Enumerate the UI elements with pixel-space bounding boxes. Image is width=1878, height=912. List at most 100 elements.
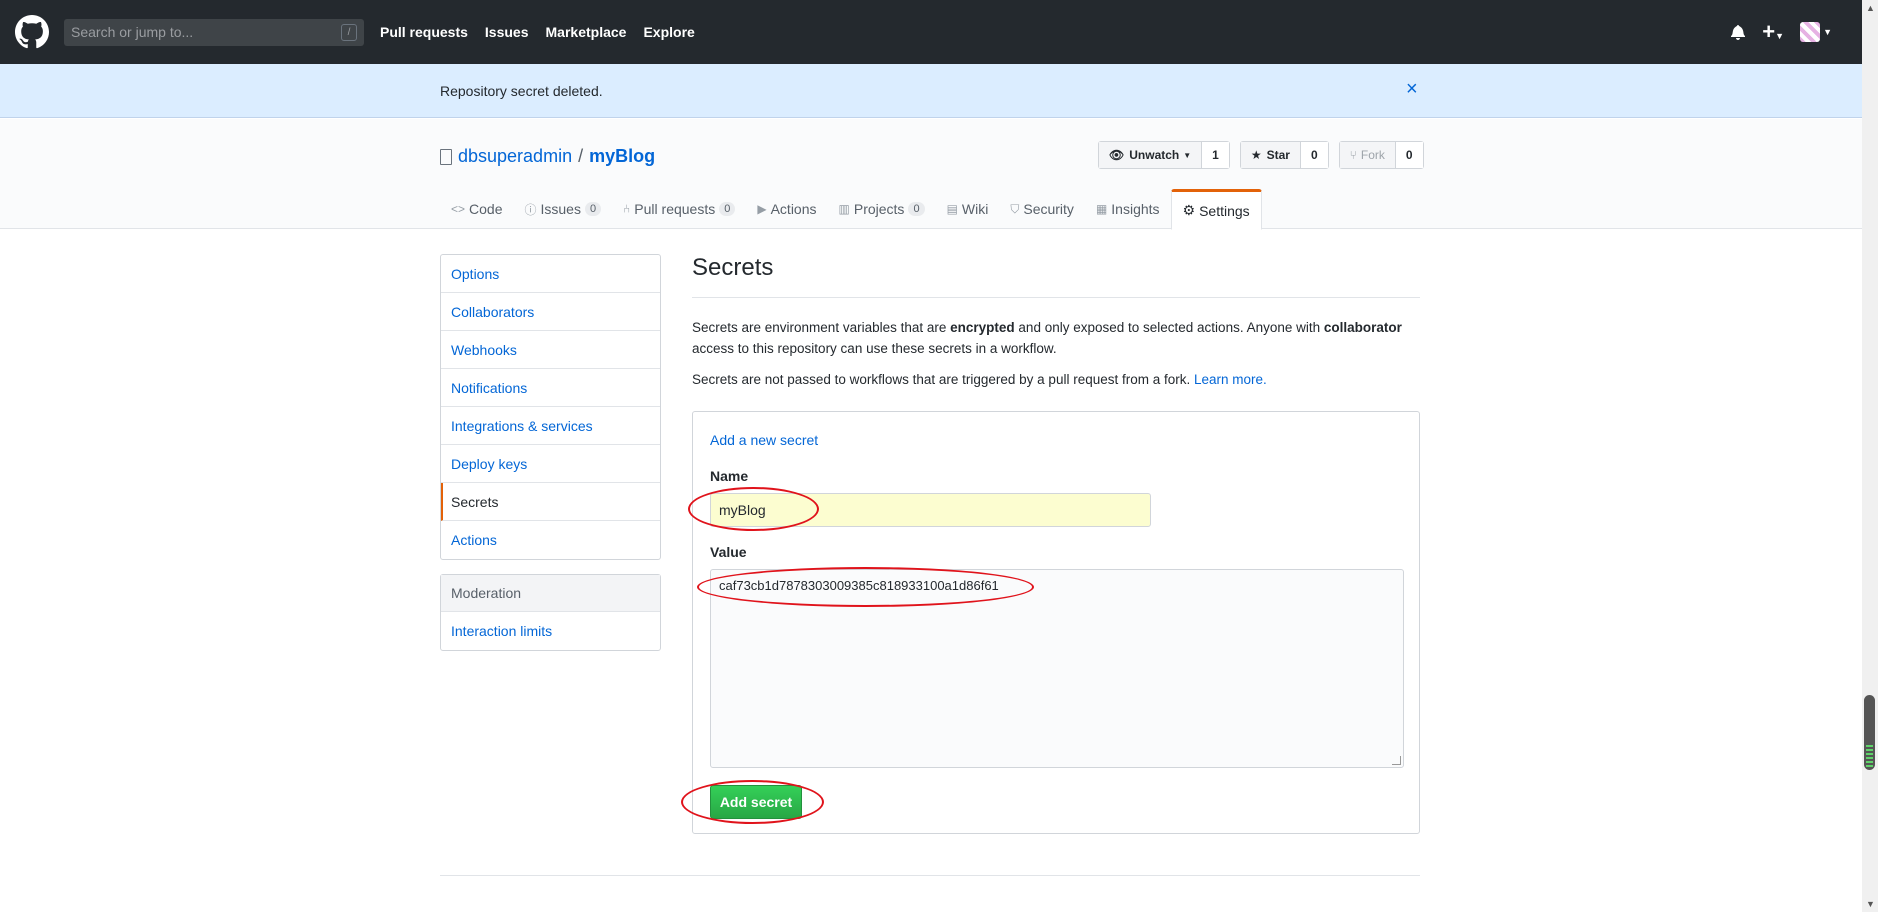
create-new-menu[interactable]: +▼: [1762, 21, 1784, 43]
tab-actions[interactable]: ▶ Actions: [746, 189, 827, 229]
sidebar-item-interaction-limits[interactable]: Interaction limits: [441, 612, 660, 650]
add-secret-button[interactable]: Add secret: [710, 785, 802, 819]
page-title: Secrets: [692, 254, 1420, 298]
secrets-main: Secrets Secrets are environment variable…: [681, 254, 1420, 834]
tab-settings[interactable]: ⚙ Settings: [1170, 189, 1262, 230]
header-nav: Pull requests Issues Marketplace Explore: [380, 0, 712, 64]
tab-label: Issues: [540, 201, 581, 217]
fork-note-text: Secrets are not passed to workflows that…: [692, 372, 1194, 387]
scroll-up-icon[interactable]: ▲: [1866, 3, 1875, 13]
tab-label: Code: [469, 201, 503, 217]
fork-note: Secrets are not passed to workflows that…: [692, 369, 1420, 390]
tab-label: Wiki: [961, 201, 989, 217]
plus-icon: +: [1762, 19, 1776, 44]
fork-group: ⑂ Fork 0: [1338, 141, 1424, 169]
unwatch-label: Unwatch: [1129, 148, 1180, 162]
watch-count[interactable]: 1: [1202, 142, 1229, 168]
nav-issues[interactable]: Issues: [485, 24, 529, 40]
footer-divider: [440, 875, 1420, 876]
star-label: Star: [1266, 148, 1290, 162]
repo-owner-link[interactable]: dbsuperadmin: [458, 146, 572, 167]
repo-header: dbsuperadmin / myBlog 👁 Unwatch ▼ 1 ★ Star …: [0, 119, 1862, 230]
avatar: [1800, 22, 1821, 42]
github-logo-icon[interactable]: [15, 15, 49, 49]
star-button[interactable]: ★ Star: [1240, 142, 1301, 168]
page-scrollbar[interactable]: ▲ ▼: [1862, 0, 1878, 912]
fork-button[interactable]: ⑂ Fork: [1339, 142, 1396, 168]
tab-label: Settings: [1199, 202, 1250, 219]
desc-text: access to this repository can use these …: [692, 341, 1057, 356]
sidebar-item-collaborators[interactable]: Collaborators: [441, 293, 660, 331]
scroll-down-icon[interactable]: ▼: [1866, 899, 1875, 909]
issue-icon: ⓘ: [524, 202, 537, 217]
star-group: ★ Star 0: [1239, 141, 1329, 169]
chevron-down-icon: ▼: [1183, 150, 1192, 160]
graph-icon: ▦: [1095, 202, 1108, 216]
fork-count[interactable]: 0: [1395, 142, 1423, 168]
tab-label: Insights: [1111, 201, 1160, 217]
sidebar-item-options[interactable]: Options: [441, 255, 660, 293]
sidebar-item-notifications[interactable]: Notifications: [441, 369, 660, 407]
play-icon: ▶: [757, 202, 767, 216]
nav-explore[interactable]: Explore: [643, 24, 694, 40]
repo-title: dbsuperadmin / myBlog: [440, 146, 655, 167]
tab-counter: 0: [908, 202, 925, 216]
repo-icon: [440, 148, 452, 165]
secrets-description: Secrets are environment variables that a…: [692, 317, 1420, 359]
user-menu[interactable]: ▼: [1800, 22, 1832, 42]
close-icon[interactable]: ×: [1406, 79, 1418, 99]
code-icon: <>: [451, 202, 466, 216]
nav-marketplace[interactable]: Marketplace: [546, 24, 627, 40]
sidebar-item-integrations[interactable]: Integrations & services: [441, 407, 660, 445]
tab-code[interactable]: <> Code: [440, 189, 513, 229]
repo-name-link[interactable]: myBlog: [589, 146, 655, 167]
tab-label: Security: [1023, 201, 1074, 217]
fork-icon: ⑂: [1349, 148, 1357, 162]
watch-group: 👁 Unwatch ▼ 1: [1098, 141, 1230, 169]
star-count[interactable]: 0: [1300, 142, 1328, 168]
unwatch-button[interactable]: 👁 Unwatch ▼: [1099, 142, 1203, 168]
tab-insights[interactable]: ▦ Insights: [1085, 189, 1171, 229]
repo-separator: /: [578, 146, 584, 166]
add-secret-form: Add a new secret Name myBlog Value caf73…: [681, 411, 1420, 834]
eye-icon: 👁: [1109, 148, 1125, 162]
secret-value-textarea[interactable]: caf73cb1d7878303009385c818933100a1d86f61: [710, 569, 1404, 768]
desc-bold: encrypted: [950, 320, 1015, 335]
pr-icon: ⑃: [623, 202, 631, 216]
scrollbar-thumb[interactable]: [1864, 695, 1875, 770]
search-placeholder: Search or jump to...: [71, 24, 194, 40]
tab-security[interactable]: ⛉ Security: [999, 189, 1085, 229]
tab-issues[interactable]: ⓘ Issues 0: [513, 189, 612, 229]
sidebar-item-secrets[interactable]: Secrets: [441, 483, 660, 521]
tab-counter: 0: [719, 202, 736, 216]
tab-wiki[interactable]: ▤ Wiki: [936, 189, 1000, 229]
shield-icon: ⛉: [1010, 201, 1020, 216]
sidebar-item-webhooks[interactable]: Webhooks: [441, 331, 660, 369]
tab-label: Pull requests: [634, 201, 716, 217]
fork-label: Fork: [1360, 148, 1385, 162]
nav-pull-requests[interactable]: Pull requests: [380, 24, 468, 40]
desc-text: and only exposed to selected actions. An…: [1014, 320, 1324, 335]
flash-message: Repository secret deleted.: [440, 83, 603, 99]
header-actions: +▼ ▼: [1730, 0, 1832, 64]
value-label: Value: [710, 544, 747, 560]
chevron-down-icon: ▼: [1775, 31, 1785, 41]
tab-pull-requests[interactable]: ⑃ Pull requests 0: [612, 189, 746, 229]
sidebar-item-actions[interactable]: Actions: [441, 521, 660, 559]
desc-bold: collaborator: [1323, 320, 1402, 335]
learn-more-link[interactable]: Learn more.: [1194, 372, 1267, 387]
repo-tabs: <> Code ⓘ Issues 0 ⑃ Pull requests 0 ▶ Actions…: [440, 189, 1262, 230]
settings-sidebar: Options Collaborators Webhooks Notificat…: [440, 254, 661, 560]
bell-icon[interactable]: [1730, 24, 1746, 40]
sidebar-item-deploy-keys[interactable]: Deploy keys: [441, 445, 660, 483]
project-icon: ▥: [838, 202, 850, 216]
gear-icon: ⚙: [1182, 202, 1196, 218]
add-new-secret-link[interactable]: Add a new secret: [710, 432, 818, 448]
tab-projects[interactable]: ▥ Projects 0: [828, 189, 936, 229]
resize-handle-icon[interactable]: [1392, 756, 1401, 765]
search-input[interactable]: Search or jump to... /: [64, 19, 364, 46]
search-shortcut-hint: /: [341, 24, 357, 41]
secret-name-input[interactable]: myBlog: [710, 493, 1151, 527]
book-icon: ▤: [946, 202, 958, 216]
secret-value-text: caf73cb1d7878303009385c818933100a1d86f61: [719, 578, 999, 593]
